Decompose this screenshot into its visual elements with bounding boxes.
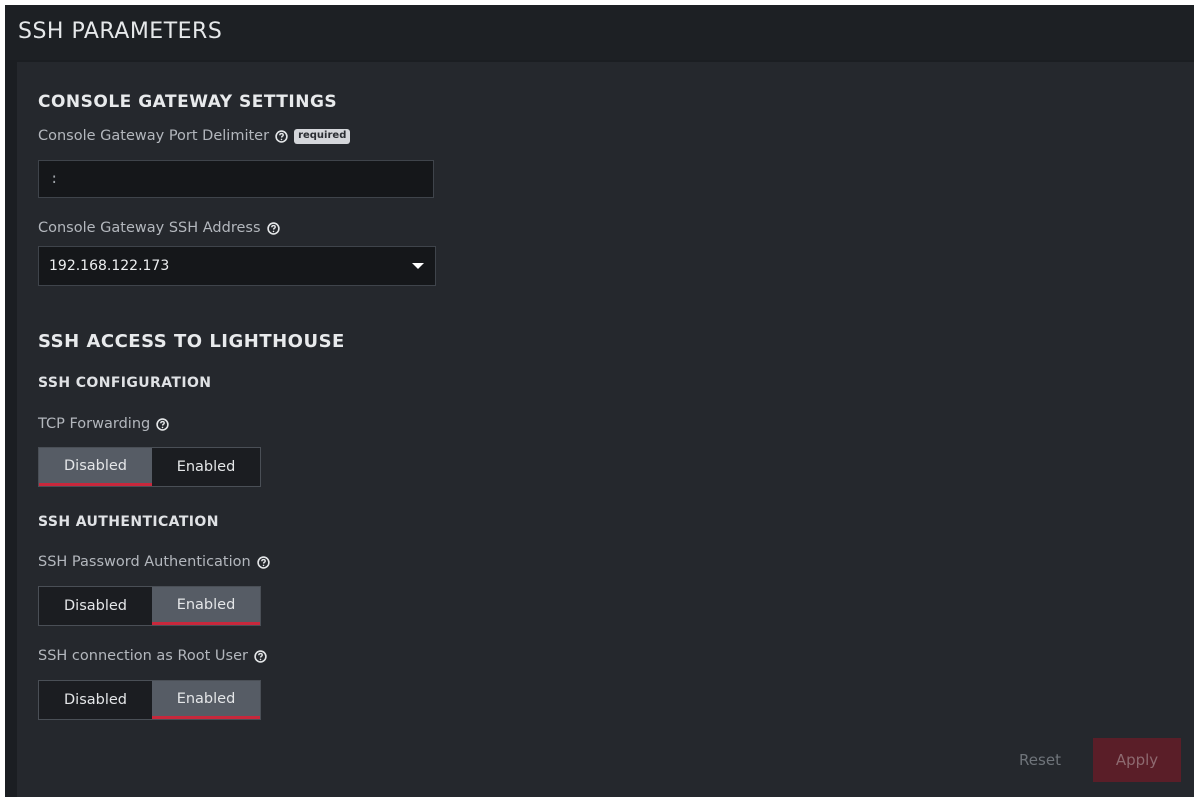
root-user-label-row: SSH connection as Root User (38, 648, 267, 664)
tcp-forwarding-toggle: Disabled Enabled (38, 447, 261, 487)
section-title-console-gateway: CONSOLE GATEWAY SETTINGS (38, 92, 338, 112)
required-badge: required (294, 128, 351, 144)
ssh-address-select[interactable]: 192.168.122.173 (38, 246, 436, 286)
reset-button[interactable]: Reset (1011, 738, 1069, 782)
help-icon[interactable] (275, 129, 288, 143)
port-delimiter-input[interactable] (38, 160, 434, 198)
help-icon[interactable] (156, 417, 169, 431)
port-delimiter-label-row: Console Gateway Port Delimiter required (38, 128, 351, 144)
app-window: SSH PARAMETERS CONSOLE GATEWAY SETTINGS … (5, 5, 1194, 797)
tcp-forwarding-label: TCP Forwarding (38, 416, 151, 432)
ssh-address-selected: 192.168.122.173 (49, 258, 170, 274)
help-icon[interactable] (266, 221, 280, 235)
settings-panel: CONSOLE GATEWAY SETTINGS Console Gateway… (17, 62, 1194, 797)
section-title-ssh-access: SSH ACCESS TO LIGHTHOUSE (38, 331, 345, 352)
root-user-label: SSH connection as Root User (38, 648, 248, 664)
tcp-forwarding-label-row: TCP Forwarding (38, 416, 169, 432)
subsection-title-ssh-configuration: SSH CONFIGURATION (38, 375, 212, 391)
password-auth-label-row: SSH Password Authentication (38, 554, 270, 570)
caret-down-icon (412, 263, 424, 269)
root-user-disabled-option[interactable]: Disabled (39, 681, 152, 719)
password-auth-label: SSH Password Authentication (38, 554, 251, 570)
port-delimiter-label: Console Gateway Port Delimiter (38, 128, 270, 144)
ssh-address-label: Console Gateway SSH Address (38, 220, 261, 236)
help-icon[interactable] (254, 649, 267, 663)
ssh-address-label-row: Console Gateway SSH Address (38, 220, 280, 236)
password-auth-disabled-option[interactable]: Disabled (39, 587, 152, 625)
tcp-forwarding-disabled-option[interactable]: Disabled (39, 448, 152, 486)
help-icon[interactable] (257, 555, 270, 569)
apply-button[interactable]: Apply (1093, 738, 1181, 782)
tcp-forwarding-enabled-option[interactable]: Enabled (152, 448, 260, 486)
password-auth-enabled-option[interactable]: Enabled (152, 587, 260, 625)
root-user-toggle: Disabled Enabled (38, 680, 261, 720)
password-auth-toggle: Disabled Enabled (38, 586, 261, 626)
root-user-enabled-option[interactable]: Enabled (152, 681, 260, 719)
page-header: SSH PARAMETERS (5, 5, 1194, 60)
subsection-title-ssh-authentication: SSH AUTHENTICATION (38, 514, 219, 530)
page-title: SSH PARAMETERS (18, 19, 223, 44)
